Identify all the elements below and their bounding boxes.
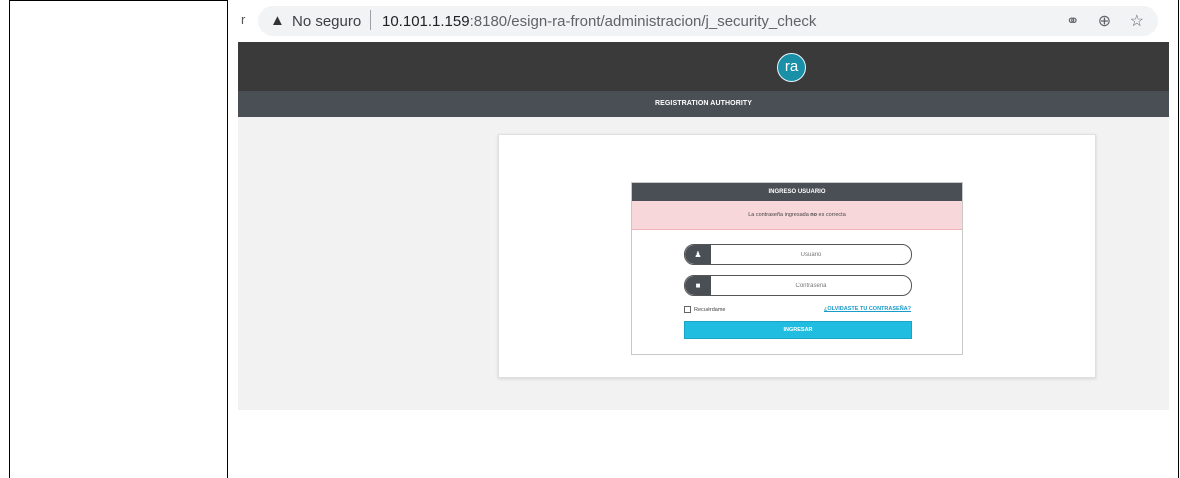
lock-icon: ■ [685,276,711,295]
remember-label: Recuérdame [694,306,726,313]
column-divider [227,0,228,478]
security-label[interactable]: No seguro [292,13,361,30]
sub-header: REGISTRATION AUTHORITY [238,91,1169,117]
username-input[interactable] [713,246,909,263]
forgot-password-link[interactable]: ¿OLVIDASTE TU CONTRASEÑA? [824,306,911,312]
url-text[interactable]: 10.101.1.159:8180/esign-ra-front/adminis… [382,13,816,30]
url-host: 10.101.1.159 [382,13,470,30]
address-separator [370,10,371,30]
login-title: INGRESO USUARIO [632,183,962,201]
key-icon[interactable]: ⚭ [1066,11,1079,31]
back-glyph[interactable]: r [241,12,245,27]
star-icon[interactable]: ☆ [1130,11,1144,31]
alert-suffix: es correcta [817,212,846,218]
password-input[interactable] [713,277,909,294]
app-viewport: ra REGISTRATION AUTHORITY INGRESO USUARI… [238,42,1169,410]
remember-checkbox[interactable] [684,306,691,313]
address-bar[interactable]: ▲ No seguro 10.101.1.159:8180/esign-ra-f… [258,6,1158,36]
password-field[interactable]: ■ [684,275,912,296]
submit-button[interactable]: INGRESAR [684,321,912,339]
url-path: :8180/esign-ra-front/administracion/j_se… [469,13,817,30]
login-card: INGRESO USUARIO La contraseña ingresada … [498,134,1096,378]
ra-logo[interactable]: ra [777,53,806,82]
page-title: REGISTRATION AUTHORITY [654,100,753,107]
top-header: ra [238,42,1169,91]
alert-prefix: La contraseña ingresada [748,212,811,218]
remember-me[interactable]: Recuérdame [684,306,726,313]
zoom-icon[interactable]: ⊕ [1098,11,1111,31]
username-field[interactable]: ♟ [684,244,912,265]
login-panel: INGRESO USUARIO La contraseña ingresada … [631,182,963,355]
user-icon: ♟ [685,245,711,264]
error-alert: La contraseña ingresada no es correcta [632,201,962,230]
address-bar-actions: ⚭ ⊕ ☆ [1052,11,1144,31]
warning-triangle-icon[interactable]: ▲ [270,12,285,29]
browser-toolbar: r ▲ No seguro 10.101.1.159:8180/esign-ra… [228,0,1178,42]
